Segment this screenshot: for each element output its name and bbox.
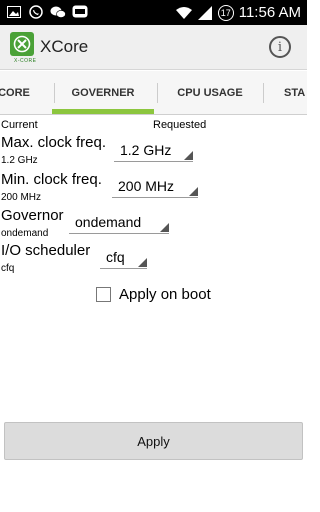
apply-on-boot-row[interactable]: Apply on boot (96, 286, 211, 303)
wechat-icon (50, 4, 66, 20)
tab-bar: CORE GOVERNER CPU USAGE STA (0, 71, 307, 115)
min-freq-spinner[interactable]: 200 MHz (112, 174, 198, 198)
logo-subtitle: X-CORE (14, 58, 37, 64)
governor-spinner[interactable]: ondemand (69, 210, 169, 234)
requested-column-header: Requested (153, 119, 207, 131)
line-icon (72, 4, 88, 20)
apply-on-boot-checkbox[interactable] (96, 287, 111, 302)
selected-tab-indicator (52, 109, 154, 114)
current-column-header: Current (1, 119, 38, 131)
battery-icon: 17 (217, 4, 234, 21)
apply-on-boot-label: Apply on boot (119, 286, 211, 303)
action-bar: X-CORE XCore i (0, 25, 307, 70)
min-freq-selected: 200 MHz (118, 177, 175, 194)
signal-icon (197, 5, 213, 21)
status-bar: 17 11:56 AM (0, 0, 307, 25)
dropdown-arrow-icon (138, 258, 147, 267)
max-freq-current: 1.2 GHz (1, 155, 38, 166)
tab-core[interactable]: CORE (0, 71, 46, 114)
wifi-icon (175, 5, 192, 21)
governor-label: Governor (1, 207, 64, 224)
tab-cpu-usage[interactable]: CPU USAGE (158, 71, 262, 114)
dropdown-arrow-icon (189, 187, 198, 196)
max-freq-spinner[interactable]: 1.2 GHz (114, 138, 193, 162)
io-scheduler-spinner[interactable]: cfq (100, 245, 147, 269)
tab-stats[interactable]: STA (272, 71, 307, 114)
min-freq-label: Min. clock freq. (1, 171, 102, 188)
image-icon (6, 4, 22, 20)
clock: 11:56 AM (238, 4, 301, 21)
io-scheduler-label: I/O scheduler (1, 242, 91, 259)
min-freq-current: 200 MHz (1, 192, 42, 203)
io-scheduler-current: cfq (1, 263, 15, 274)
app-logo-icon (10, 32, 34, 56)
whatsapp-icon (28, 4, 44, 20)
tab-divider (263, 83, 264, 103)
governor-current: ondemand (1, 228, 49, 239)
governor-selected: ondemand (75, 213, 142, 230)
max-freq-label: Max. clock freq. (1, 134, 107, 151)
app-title: XCore (40, 37, 89, 56)
dropdown-arrow-icon (184, 151, 193, 160)
max-freq-selected: 1.2 GHz (120, 141, 172, 158)
info-icon[interactable]: i (269, 36, 291, 58)
dropdown-arrow-icon (160, 223, 169, 232)
io-scheduler-selected: cfq (106, 248, 125, 265)
apply-button[interactable]: Apply (4, 422, 303, 460)
